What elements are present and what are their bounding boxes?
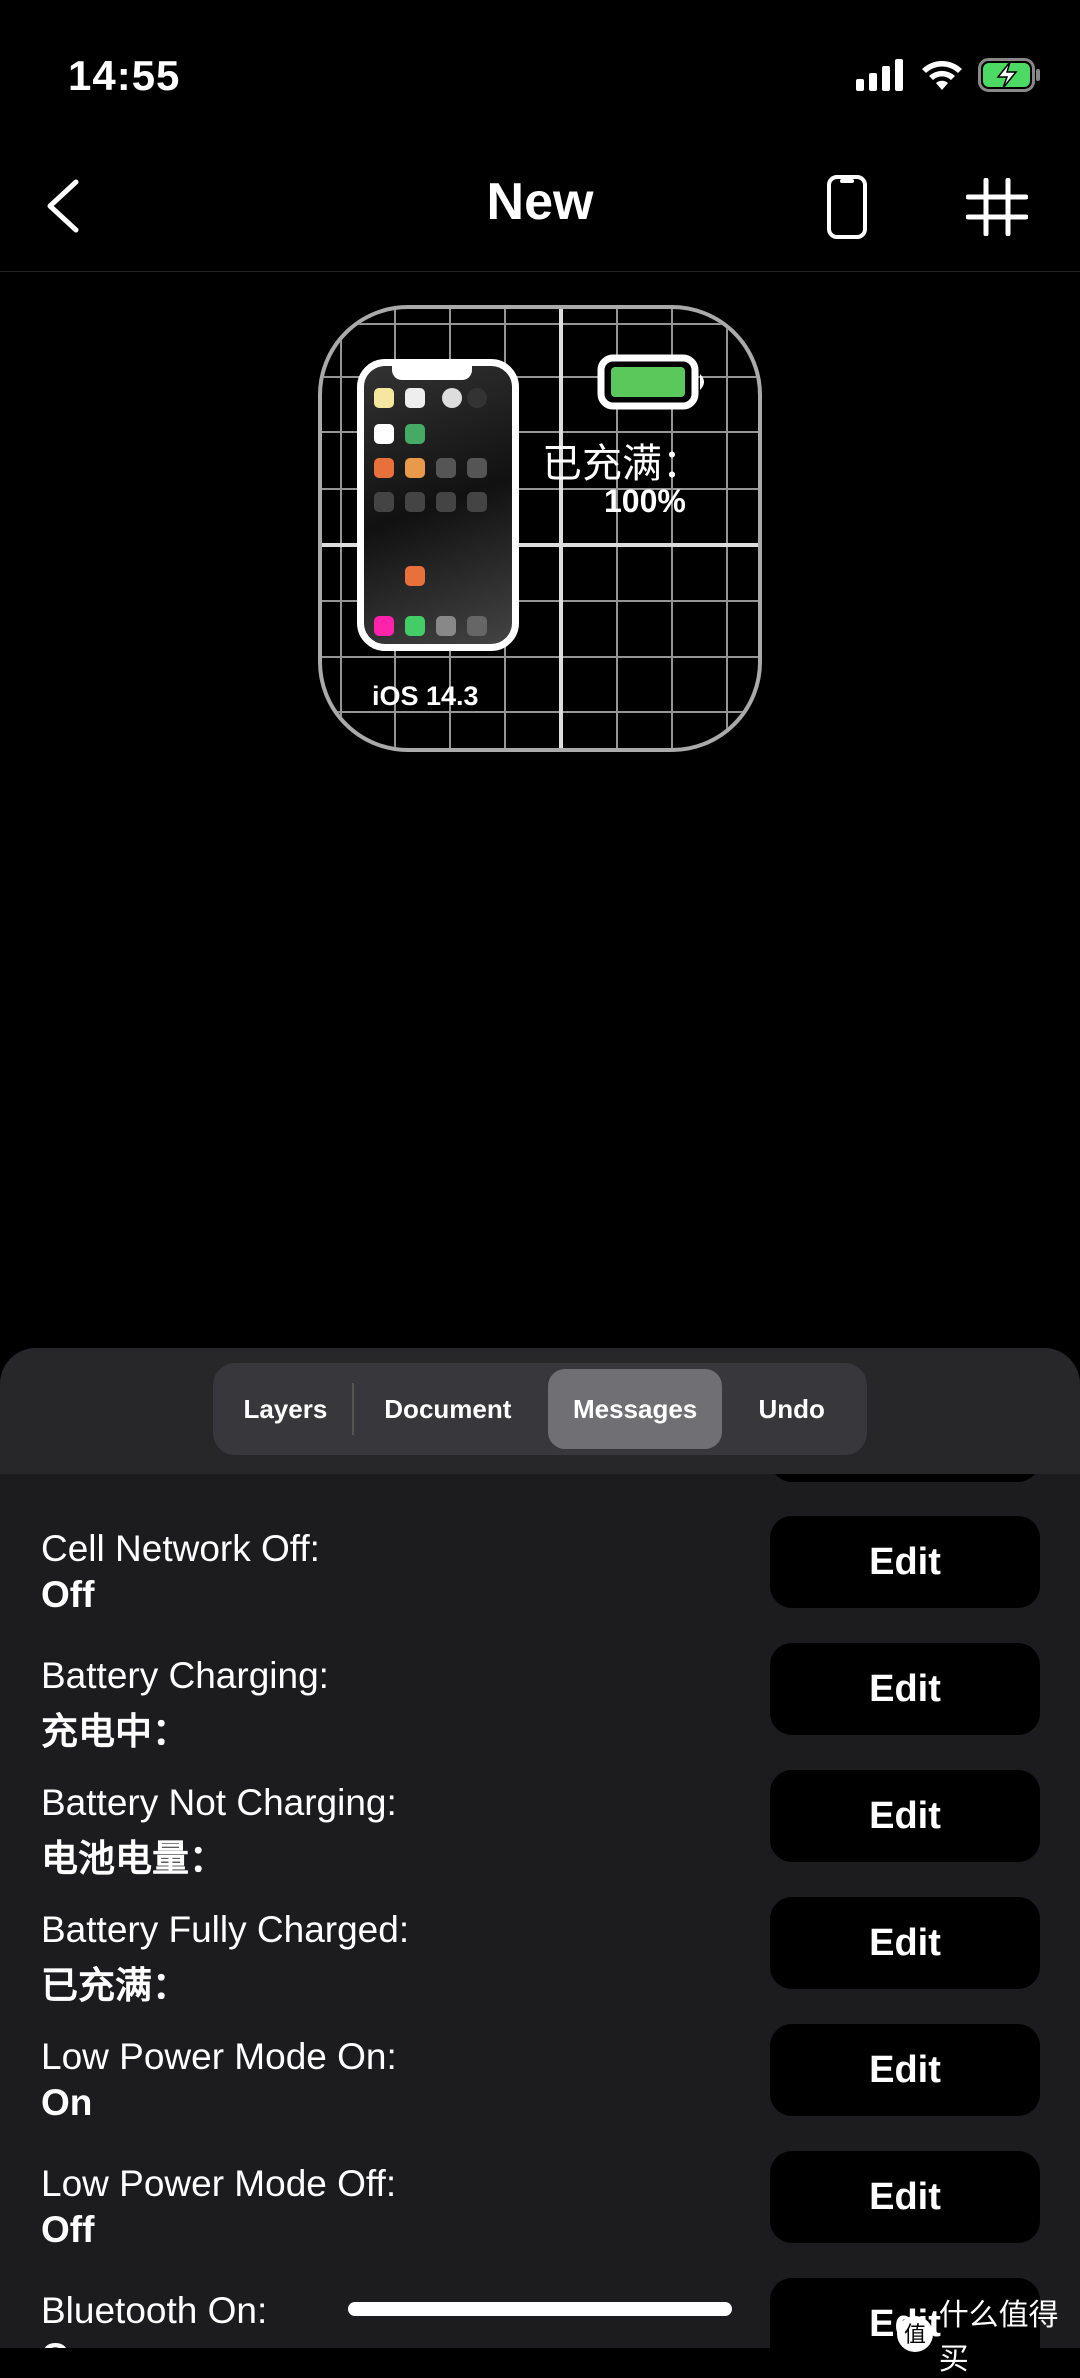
row-label: Battery Not Charging: [41, 1782, 397, 1823]
page-title: New [486, 173, 594, 231]
row-value: On [41, 2082, 93, 2123]
segmented-control: Layers Document Messages Undo [213, 1363, 867, 1455]
row-label: Battery Fully Charged: [41, 1909, 410, 1950]
battery-status-label: 已充满： [542, 442, 702, 486]
row-value: 电池电量： [41, 1838, 226, 1879]
iphone-icon [827, 175, 867, 239]
battery-percent: 100% [604, 483, 686, 519]
list-item: Cell Network Off: Off Edit [0, 1516, 1080, 1643]
edit-button[interactable]: Edit [770, 2151, 1040, 2243]
bottom-sheet: Layers Document Messages Undo Cell Netwo… [0, 1348, 1080, 2348]
battery-full-icon [597, 354, 704, 410]
list-item: Battery Not Charging: 电池电量： Edit [0, 1770, 1080, 1897]
watermark: 值 什么值得买 [895, 2290, 1080, 2378]
row-label: Low Power Mode Off: [41, 2163, 397, 2204]
row-value: 已充满： [41, 1965, 189, 2006]
sheet-header: Layers Document Messages Undo [0, 1348, 1080, 1474]
widget-preview[interactable]: iOS 14.3 已充满： 100% [318, 305, 762, 752]
wifi-icon [922, 61, 962, 90]
grid-button[interactable] [965, 177, 1029, 241]
status-time: 14:55 [68, 52, 181, 99]
battery-charging-icon [978, 58, 1040, 92]
grid-icon [965, 177, 1029, 237]
list-item: Battery Fully Charged: 已充满： Edit [0, 1897, 1080, 2024]
row-label: Bluetooth On: [41, 2290, 268, 2331]
row-value: 充电中： [41, 1711, 189, 1752]
row-value: Off [41, 1574, 95, 1615]
tab-messages[interactable]: Messages [547, 1369, 723, 1449]
list-item: Low Power Mode On: On Edit [0, 2024, 1080, 2151]
edit-button[interactable]: Edit [770, 2024, 1040, 2116]
status-icons [856, 58, 1042, 92]
os-version-label: iOS 14.3 [372, 681, 479, 711]
row-label: Battery Charging: [41, 1655, 329, 1696]
svg-text:值: 值 [904, 2323, 926, 2348]
home-indicator[interactable] [348, 2302, 732, 2316]
device-button[interactable] [826, 174, 868, 245]
row-value: Off [41, 2209, 95, 2250]
edit-button[interactable]: Edit [770, 1897, 1040, 1989]
watermark-text: 什么值得买 [938, 2299, 1059, 2376]
edit-button[interactable]: Edit [770, 1643, 1040, 1735]
cellular-signal-icon [856, 59, 903, 91]
row-label: Cell Network Off: [41, 1528, 320, 1569]
row-label: Low Power Mode On: [41, 2036, 397, 2077]
watermark-logo-icon: 值 [897, 2316, 933, 2352]
list-item: Battery Charging: 充电中： Edit [0, 1643, 1080, 1770]
tab-document[interactable]: Document [354, 1369, 542, 1449]
list-item: Low Power Mode Off: Off Edit [0, 2151, 1080, 2278]
phone-screenshot [357, 359, 519, 651]
edit-button[interactable]: Edit [770, 1770, 1040, 1862]
tab-layers[interactable]: Layers [219, 1369, 352, 1449]
tab-undo[interactable]: Undo [722, 1369, 861, 1449]
edit-button[interactable]: Edit [770, 1516, 1040, 1608]
